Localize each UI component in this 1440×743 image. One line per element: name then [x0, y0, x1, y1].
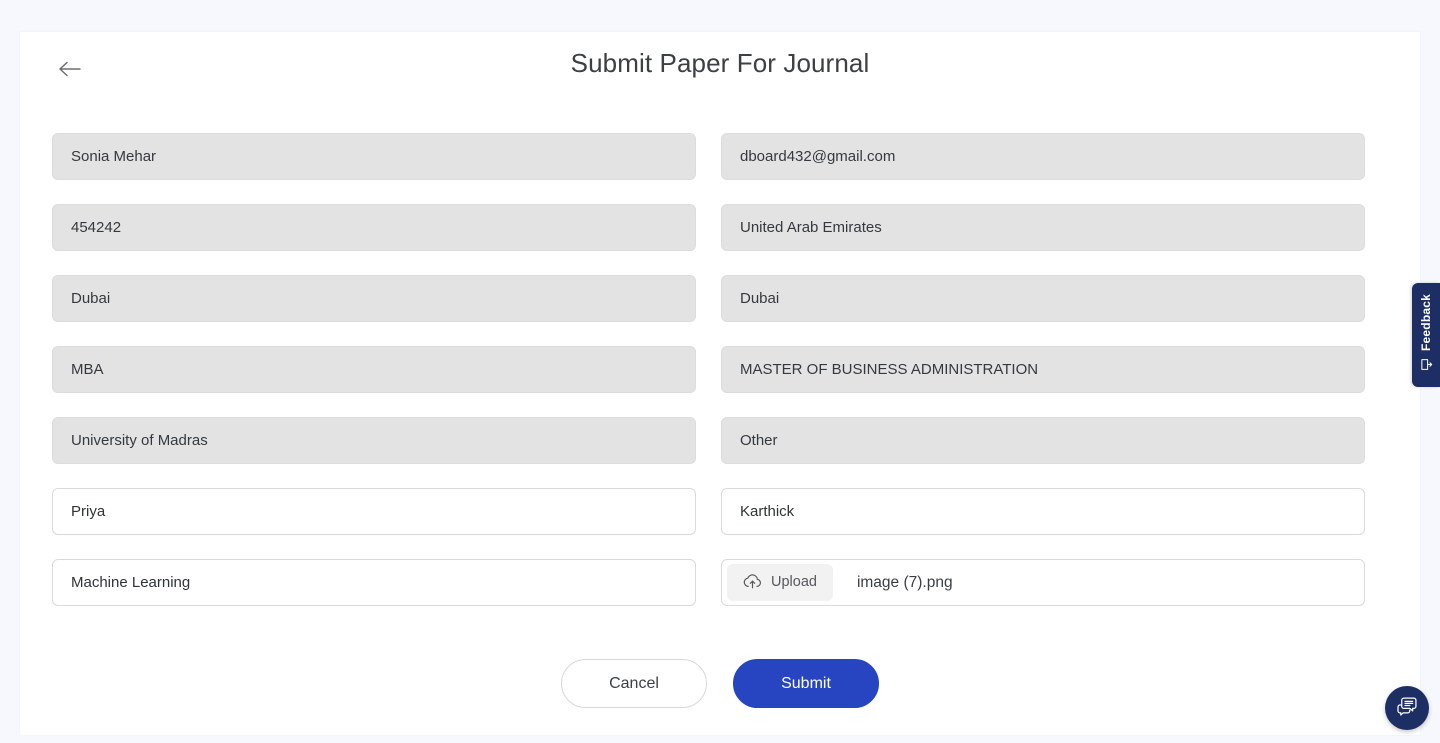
feedback-tab-label: Feedback — [1419, 294, 1433, 351]
country-field[interactable]: United Arab Emirates — [721, 204, 1365, 251]
cancel-button[interactable]: Cancel — [561, 659, 707, 708]
state-value: Dubai — [71, 291, 110, 306]
paper-upload-field[interactable]: Upload image (7).png — [721, 559, 1365, 606]
last-name-field[interactable]: Karthick — [721, 488, 1365, 535]
paper-topic-field[interactable]: Machine Learning — [52, 559, 696, 606]
phone-field[interactable]: 454242 — [52, 204, 696, 251]
chat-bubble-icon — [1396, 695, 1419, 721]
email-field[interactable]: dboard432@gmail.com — [721, 133, 1365, 180]
specialization-field[interactable]: Other — [721, 417, 1365, 464]
page-title: Submit Paper For Journal — [20, 48, 1420, 79]
university-field[interactable]: University of Madras — [52, 417, 696, 464]
last-name-value: Karthick — [740, 504, 794, 519]
submit-paper-card: Submit Paper For Journal Sonia Mehar dbo… — [20, 32, 1420, 735]
specialization-value: Other — [740, 433, 778, 448]
feedback-tab[interactable]: Feedback — [1412, 283, 1440, 387]
form-actions: Cancel Submit — [20, 659, 1420, 708]
chat-button[interactable] — [1385, 686, 1429, 730]
degree-abbr-field[interactable]: MBA — [52, 346, 696, 393]
email-value: dboard432@gmail.com — [740, 149, 895, 164]
upload-button[interactable]: Upload — [727, 564, 833, 601]
city-value: Dubai — [740, 291, 779, 306]
card-header: Submit Paper For Journal — [20, 32, 1420, 96]
university-value: University of Madras — [71, 433, 208, 448]
cloud-upload-icon — [743, 574, 762, 592]
author-name-value: Sonia Mehar — [71, 149, 156, 164]
state-field[interactable]: Dubai — [52, 275, 696, 322]
first-name-value: Priya — [71, 504, 105, 519]
phone-value: 454242 — [71, 220, 121, 235]
city-field[interactable]: Dubai — [721, 275, 1365, 322]
author-name-field[interactable]: Sonia Mehar — [52, 133, 696, 180]
page-root: Submit Paper For Journal Sonia Mehar dbo… — [0, 0, 1440, 743]
degree-abbr-value: MBA — [71, 362, 104, 377]
degree-full-field[interactable]: MASTER OF BUSINESS ADMINISTRATION — [721, 346, 1365, 393]
submission-form: Sonia Mehar dboard432@gmail.com 454242 U… — [52, 133, 1388, 606]
export-box-icon — [1420, 358, 1433, 376]
upload-button-label: Upload — [771, 575, 817, 590]
paper-topic-value: Machine Learning — [71, 575, 190, 590]
uploaded-filename: image (7).png — [857, 574, 953, 592]
first-name-field[interactable]: Priya — [52, 488, 696, 535]
degree-full-value: MASTER OF BUSINESS ADMINISTRATION — [740, 362, 1038, 377]
country-value: United Arab Emirates — [740, 220, 882, 235]
submit-button[interactable]: Submit — [733, 659, 879, 708]
